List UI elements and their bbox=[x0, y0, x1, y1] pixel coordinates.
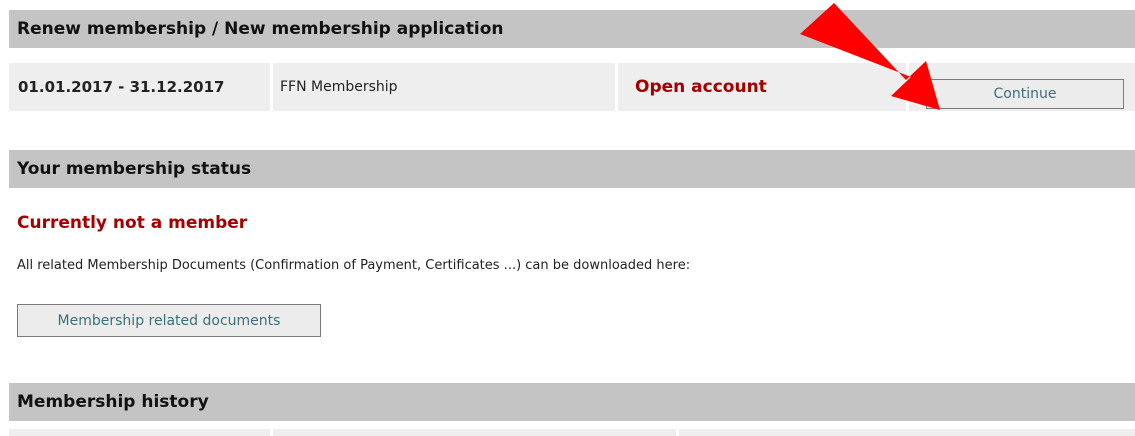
history-table-row bbox=[9, 429, 1135, 436]
history-cell bbox=[9, 429, 270, 436]
status-section-title: Your membership status bbox=[17, 159, 252, 179]
renew-action-cell: Continue bbox=[909, 63, 1135, 111]
current-status: Currently not a member bbox=[17, 213, 248, 233]
membership-documents-button[interactable]: Membership related documents bbox=[17, 304, 321, 337]
history-section-header: Membership history bbox=[9, 383, 1135, 421]
documents-description: All related Membership Documents (Confir… bbox=[17, 258, 691, 273]
membership-page: Renew membership / New membership applic… bbox=[0, 0, 1135, 436]
history-section-title: Membership history bbox=[17, 392, 209, 412]
account-status: Open account bbox=[618, 63, 906, 111]
membership-period: 01.01.2017 - 31.12.2017 bbox=[9, 63, 270, 111]
renew-row: 01.01.2017 - 31.12.2017 FFN Membership O… bbox=[9, 63, 1135, 111]
membership-type: FFN Membership bbox=[273, 63, 615, 111]
history-cell bbox=[273, 429, 676, 436]
renew-section-header: Renew membership / New membership applic… bbox=[9, 10, 1135, 48]
renew-section-title: Renew membership / New membership applic… bbox=[17, 19, 504, 39]
status-section-header: Your membership status bbox=[9, 150, 1135, 188]
continue-button[interactable]: Continue bbox=[926, 79, 1124, 109]
history-cell bbox=[679, 429, 1135, 436]
